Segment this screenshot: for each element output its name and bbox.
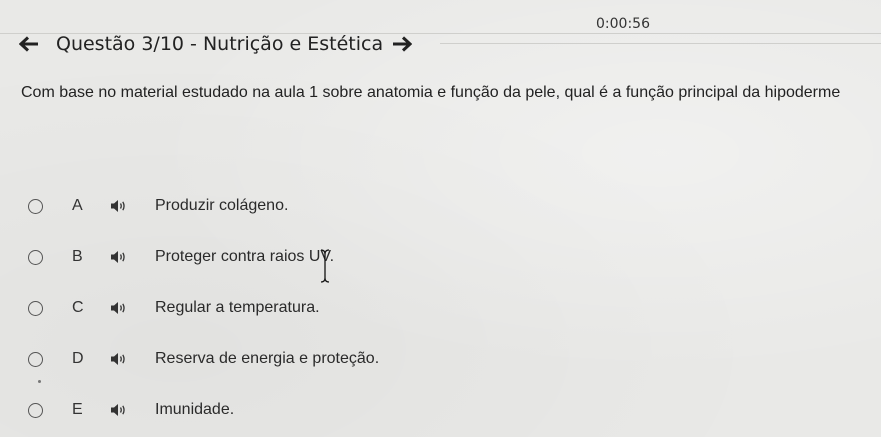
option-text: Produzir colágeno.	[155, 197, 289, 214]
radio-icon[interactable]	[28, 198, 43, 214]
option-text: Regular a temperatura.	[155, 299, 320, 316]
radio-icon[interactable]	[28, 249, 43, 265]
option-a[interactable]: A Produzir colágeno.	[28, 193, 448, 219]
speaker-icon[interactable]	[110, 351, 128, 367]
timer: 0:00:56	[596, 16, 650, 32]
speaker-icon[interactable]	[110, 198, 128, 214]
question-header: Questão 3/10 - Nutrição e Estética	[16, 31, 415, 57]
option-letter: B	[72, 248, 83, 265]
next-question-button[interactable]	[389, 31, 415, 57]
option-b[interactable]: B Proteger contra raios UV.	[28, 244, 448, 270]
option-letter: D	[72, 350, 84, 367]
decorative-dot	[38, 380, 41, 383]
option-letter: E	[72, 401, 83, 418]
radio-icon[interactable]	[28, 351, 43, 367]
option-c[interactable]: C Regular a temperatura.	[28, 295, 448, 321]
header-divider	[440, 43, 881, 44]
option-text: Proteger contra raios UV.	[155, 248, 335, 265]
option-d[interactable]: D Reserva de energia e proteção.	[28, 346, 448, 372]
option-letter: A	[72, 197, 83, 214]
radio-icon[interactable]	[28, 402, 43, 418]
option-text: Reserva de energia e proteção.	[155, 350, 380, 367]
arrow-right-icon	[393, 36, 413, 52]
radio-icon[interactable]	[28, 300, 43, 316]
speaker-icon[interactable]	[110, 249, 128, 265]
question-text: Com base no material estudado na aula 1 …	[21, 84, 841, 101]
prev-question-button[interactable]	[16, 31, 42, 57]
option-letter: C	[72, 299, 84, 316]
speaker-icon[interactable]	[110, 300, 128, 316]
option-e[interactable]: E Imunidade.	[28, 397, 448, 423]
option-text: Imunidade.	[155, 401, 235, 418]
speaker-icon[interactable]	[110, 402, 128, 418]
question-title: Questão 3/10 - Nutrição e Estética	[56, 33, 384, 55]
arrow-left-icon	[19, 36, 38, 52]
